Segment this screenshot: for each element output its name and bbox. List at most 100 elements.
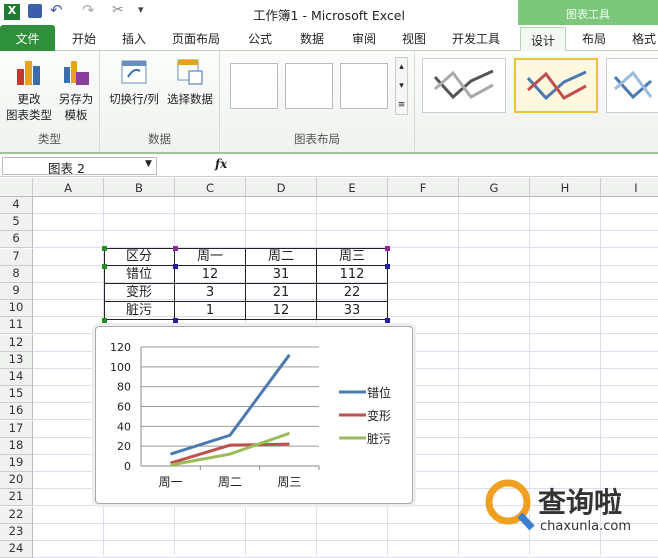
column-header-G[interactable]: G <box>459 178 530 197</box>
table-header-cell[interactable]: 周三 <box>317 248 388 266</box>
change-chart-type-button[interactable]: 更改 图表类型 <box>4 57 54 123</box>
chart-layout-2[interactable] <box>285 63 333 109</box>
row-header-11[interactable]: 11 <box>0 317 33 335</box>
style-preview-icon <box>613 70 653 100</box>
range-handle[interactable] <box>102 246 107 251</box>
tab-design[interactable]: 设计 <box>520 27 566 52</box>
column-header-D[interactable]: D <box>246 178 317 197</box>
switch-row-column-button[interactable]: 切换行/列 <box>106 57 162 107</box>
table-cell[interactable]: 22 <box>317 284 388 302</box>
style-preview-icon <box>433 69 494 100</box>
save-as-template-button[interactable]: 另存为 模板 <box>54 57 98 123</box>
gridline <box>33 213 658 214</box>
row-header-7[interactable]: 7 <box>0 248 33 266</box>
table-cell[interactable]: 21 <box>246 284 317 302</box>
chart-layout-1[interactable] <box>230 63 278 109</box>
row-header-21[interactable]: 21 <box>0 489 33 507</box>
tab-layout[interactable]: 布局 <box>582 30 606 47</box>
tab-format[interactable]: 格式 <box>632 30 656 47</box>
tab-view[interactable]: 视图 <box>402 30 426 47</box>
name-box-dropdown-icon[interactable]: ▼ <box>145 159 152 169</box>
range-handle[interactable] <box>102 264 107 269</box>
tab-file[interactable]: 文件 <box>0 25 55 51</box>
range-handle[interactable] <box>173 264 178 269</box>
range-handle[interactable] <box>102 318 107 323</box>
table-cell[interactable]: 错位 <box>104 266 175 284</box>
table-cell[interactable]: 31 <box>246 266 317 284</box>
column-header-H[interactable]: H <box>530 178 601 197</box>
tab-page-layout[interactable]: 页面布局 <box>172 30 220 47</box>
column-header-C[interactable]: C <box>175 178 246 197</box>
y-tick-label: 120 <box>110 341 131 354</box>
chart-layout-group-label: 图表布局 <box>294 132 340 146</box>
row-header-22[interactable]: 22 <box>0 506 33 524</box>
table-cell[interactable]: 1 <box>175 302 246 320</box>
row-header-17[interactable]: 17 <box>0 420 33 438</box>
table-cell[interactable]: 12 <box>246 302 317 320</box>
column-header-I[interactable]: I <box>601 178 658 197</box>
row-header-16[interactable]: 16 <box>0 403 33 421</box>
row-header-12[interactable]: 12 <box>0 334 33 352</box>
column-header-B[interactable]: B <box>104 178 175 197</box>
row-header-5[interactable]: 5 <box>0 214 33 232</box>
column-header-E[interactable]: E <box>317 178 388 197</box>
table-cell[interactable]: 变形 <box>104 284 175 302</box>
range-handle[interactable] <box>173 318 178 323</box>
column-header-F[interactable]: F <box>388 178 459 197</box>
name-box[interactable]: 图表 2 <box>2 157 157 176</box>
row-header-9[interactable]: 9 <box>0 283 33 300</box>
column-header-A[interactable]: A <box>33 178 104 197</box>
y-tick-label: 0 <box>124 460 131 473</box>
chart-style-3[interactable] <box>606 58 658 113</box>
table-header-cell[interactable]: 区分 <box>104 248 175 266</box>
table-header-cell[interactable]: 周二 <box>246 248 317 266</box>
line-chart[interactable]: 0 20 40 60 80 100 120 周一 周二 周三 错位 变形 脏污 <box>95 326 413 504</box>
row-header-24[interactable]: 24 <box>0 541 33 558</box>
tab-review[interactable]: 审阅 <box>352 30 376 47</box>
y-tick-label: 40 <box>117 420 131 433</box>
tab-home[interactable]: 开始 <box>72 30 96 47</box>
table-cell[interactable]: 12 <box>175 266 246 284</box>
legend-label: 错位 <box>367 385 391 400</box>
row-header-10[interactable]: 10 <box>0 300 33 318</box>
data-point <box>288 443 290 445</box>
tab-formulas[interactable]: 公式 <box>248 30 272 47</box>
row-header-8[interactable]: 8 <box>0 265 33 283</box>
data-group: 切换行/列 选择数据 数据 <box>100 51 220 151</box>
watermark-logo: 查询啦 chaxunla.com <box>480 470 658 555</box>
select-all-corner[interactable] <box>0 178 33 197</box>
select-data-button[interactable]: 选择数据 <box>162 57 218 107</box>
layout-gallery-scroll[interactable]: ▴ ▾ ≡ <box>395 57 408 115</box>
row-header-19[interactable]: 19 <box>0 455 33 472</box>
chart-style-1[interactable] <box>422 58 506 113</box>
tab-insert[interactable]: 插入 <box>122 30 146 47</box>
legend-label: 脏污 <box>367 431 391 446</box>
ribbon: 更改 图表类型 另存为 模板 类型 切换行/列 选择数据 数据 ▴ ▾ ≡ 图表布局 <box>0 51 658 154</box>
x-tick-label: 周二 <box>218 475 242 489</box>
row-header-20[interactable]: 20 <box>0 472 33 490</box>
table-header-cell[interactable]: 周一 <box>175 248 246 266</box>
table-cell[interactable]: 112 <box>317 266 388 284</box>
row-header-13[interactable]: 13 <box>0 351 33 369</box>
y-tick-label: 80 <box>117 381 131 394</box>
chart-layout-3[interactable] <box>340 63 388 109</box>
row-header-15[interactable]: 15 <box>0 386 33 404</box>
row-header-23[interactable]: 23 <box>0 523 33 541</box>
range-handle[interactable] <box>173 246 178 251</box>
table-cell[interactable]: 33 <box>317 302 388 320</box>
table-cell[interactable]: 3 <box>175 284 246 302</box>
row-header-4[interactable]: 4 <box>0 197 33 214</box>
chart-style-2-selected[interactable] <box>514 58 598 113</box>
range-handle[interactable] <box>385 246 390 251</box>
row-header-14[interactable]: 14 <box>0 369 33 386</box>
range-handle[interactable] <box>385 318 390 323</box>
insert-function-button[interactable]: fx <box>215 157 227 171</box>
row-header-6[interactable]: 6 <box>0 231 33 249</box>
formula-input[interactable] <box>235 157 655 175</box>
row-header-18[interactable]: 18 <box>0 437 33 455</box>
tab-data[interactable]: 数据 <box>300 30 324 47</box>
data-point <box>229 434 231 436</box>
table-cell[interactable]: 脏污 <box>104 302 175 320</box>
tab-developer[interactable]: 开发工具 <box>452 30 500 47</box>
range-handle[interactable] <box>385 264 390 269</box>
